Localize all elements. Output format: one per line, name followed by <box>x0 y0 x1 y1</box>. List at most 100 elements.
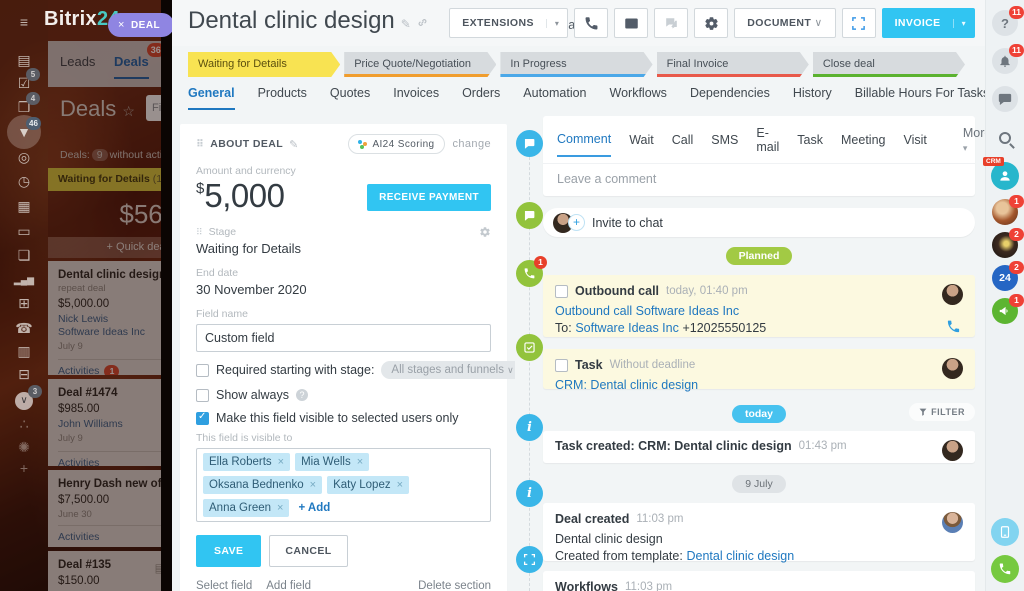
tab-sms[interactable]: SMS <box>711 133 738 156</box>
call-button[interactable] <box>574 8 608 38</box>
remove-tag-icon[interactable]: × <box>397 479 403 491</box>
tab-deals[interactable]: Deals36 <box>114 54 149 79</box>
help-button[interactable]: ?11 <box>992 10 1018 36</box>
contact-link[interactable]: John Williams <box>58 418 166 430</box>
marketing-channel-button[interactable]: 1 <box>992 298 1018 324</box>
company-link[interactable]: Software Ideas Inc <box>575 321 679 335</box>
activities-link[interactable]: Activities1 <box>58 359 166 375</box>
change-link[interactable]: change <box>453 138 492 150</box>
tab-call[interactable]: Call <box>672 133 694 156</box>
stage-in-progress[interactable]: In Progress <box>500 52 652 77</box>
end-date-value[interactable]: 30 November 2020 <box>196 282 491 297</box>
filter-button[interactable]: FILTER <box>909 403 975 421</box>
crm-contact-button[interactable]: CRM <box>991 162 1019 190</box>
deal-card[interactable]: Dental clinic design repeat deal $5,000.… <box>48 261 172 375</box>
workflows-item[interactable]: Workflows 11:03 pm Send SMS to client: M… <box>543 571 975 591</box>
favorite-star-icon[interactable]: ☆ <box>122 103 135 119</box>
apps-icon[interactable]: ⊞ <box>0 293 48 313</box>
chat-avatar[interactable]: 1 <box>992 199 1018 225</box>
activities-link[interactable]: Activities <box>58 451 166 466</box>
drag-handle-icon[interactable]: ⠿ <box>196 139 204 150</box>
task-link[interactable]: CRM: Dental clinic design <box>555 378 698 392</box>
tab-general[interactable]: General <box>188 86 235 110</box>
tab-comment[interactable]: Comment <box>557 132 611 157</box>
help-icon[interactable]: ? <box>296 389 308 401</box>
contacts-icon[interactable]: ▥ <box>0 341 48 361</box>
tab-invoices[interactable]: Invoices <box>393 86 439 108</box>
tab-leads[interactable]: Leads <box>60 54 95 69</box>
tab-dependencies[interactable]: Dependencies <box>690 86 770 108</box>
menu-icon[interactable]: ≡ <box>0 12 48 32</box>
tasks-icon[interactable]: ☑5 <box>0 73 48 93</box>
visible-only-checkbox[interactable] <box>196 412 209 425</box>
support-chat-button[interactable] <box>992 86 1018 112</box>
telephony-button[interactable] <box>991 555 1019 583</box>
search-button[interactable] <box>992 125 1018 151</box>
analytics-icon[interactable]: ▂▄▆ <box>0 270 48 290</box>
bitrix24-channel-button[interactable]: 242 <box>992 265 1018 291</box>
deal-card[interactable]: Henry Dash new office $7,500.00 June 30 … <box>48 470 172 547</box>
stage-select-dropdown[interactable]: All stages and funnels ∨ <box>381 361 515 379</box>
deal-created-item[interactable]: Deal created 11:03 pm Dental clinic desi… <box>543 503 975 561</box>
cancel-button[interactable]: CANCEL <box>269 535 347 567</box>
stage-final-invoice[interactable]: Final Invoice <box>657 52 809 77</box>
calendar-icon[interactable]: ▦ <box>0 196 48 216</box>
structure-icon[interactable]: ∴ <box>0 414 48 434</box>
call-icon[interactable] <box>946 319 961 334</box>
stage-value[interactable]: Waiting for Details <box>196 241 491 256</box>
telephony-icon[interactable]: ☎ <box>0 318 48 338</box>
remove-tag-icon[interactable]: × <box>277 502 283 514</box>
crm-icon[interactable]: ▼46 <box>0 122 48 142</box>
quick-deal-button[interactable]: + Quick deal <box>48 237 172 258</box>
tab-history[interactable]: History <box>793 86 832 108</box>
deal-slider-tab[interactable]: ×DEAL <box>108 13 172 37</box>
contact-link[interactable]: Nick Lewis <box>58 313 166 325</box>
mail-button[interactable] <box>614 8 648 38</box>
settings-icon[interactable]: ✺ <box>0 437 48 457</box>
ai-scoring-button[interactable]: AI24 Scoring <box>348 134 444 154</box>
invite-to-chat-bar[interactable]: + Invite to chat <box>543 208 975 237</box>
add-user-button[interactable]: + Add <box>294 500 334 516</box>
company-link[interactable]: Software Ideas Inc <box>58 326 166 338</box>
tab-automation[interactable]: Automation <box>523 86 586 108</box>
tab-email[interactable]: E-mail <box>756 126 779 163</box>
notifications-button[interactable]: 11 <box>992 48 1018 74</box>
task-created-item[interactable]: Task created: CRM: Dental clinic design … <box>543 431 975 463</box>
edit-title-icon[interactable]: ✎ <box>401 17 411 31</box>
remove-tag-icon[interactable]: × <box>357 456 363 468</box>
deal-card[interactable]: Deal #1474 $985.00 John Williams July 9 … <box>48 379 172 466</box>
document-button[interactable]: DOCUMENT ∨ <box>734 8 835 38</box>
add-icon[interactable]: + <box>0 458 48 478</box>
template-link[interactable]: Dental clinic design <box>686 549 794 563</box>
tab-task[interactable]: Task <box>797 133 823 156</box>
tab-more[interactable]: More... ▾ <box>963 126 985 163</box>
drag-handle-icon[interactable]: ⠿ <box>196 227 203 238</box>
gear-button[interactable] <box>694 8 728 38</box>
stage-close-deal[interactable]: Close deal <box>813 52 965 77</box>
comment-input[interactable]: Leave a comment <box>543 163 975 196</box>
custom-field-input[interactable] <box>196 324 491 352</box>
chat-avatar[interactable]: 2 <box>992 232 1018 258</box>
delete-section-link[interactable]: Delete section <box>418 580 491 591</box>
add-field-link[interactable]: Add field <box>266 580 311 591</box>
complete-checkbox[interactable] <box>555 359 568 372</box>
remove-tag-icon[interactable]: × <box>278 456 284 468</box>
marketing-icon[interactable]: ◎ <box>0 147 48 167</box>
messenger-icon[interactable]: ❒4 <box>0 97 48 117</box>
activities-link[interactable]: Activities <box>58 525 166 543</box>
stage-price-quote[interactable]: Price Quote/Negotiation <box>344 52 496 77</box>
deal-card[interactable]: Deal #135 $150.00 ▤ <box>48 551 172 591</box>
sites-icon[interactable]: ❏ <box>0 245 48 265</box>
feed-icon[interactable]: ▤ <box>0 50 48 70</box>
invoice-button[interactable]: INVOICE▾ <box>882 8 975 38</box>
edit-section-icon[interactable]: ✎ <box>289 138 299 151</box>
connected-devices-button[interactable] <box>991 518 1019 546</box>
link-icon[interactable] <box>417 17 428 31</box>
task-item[interactable]: Task Without deadline CRM: Dental clinic… <box>543 349 975 389</box>
tab-billable-hours[interactable]: Billable Hours For Tasks <box>855 86 990 108</box>
save-button[interactable]: SAVE <box>196 535 261 567</box>
tab-wait[interactable]: Wait <box>629 133 654 156</box>
required-checkbox[interactable] <box>196 364 209 377</box>
fullscreen-icon[interactable] <box>842 8 876 38</box>
catalog-icon[interactable]: ⊟ <box>0 364 48 384</box>
